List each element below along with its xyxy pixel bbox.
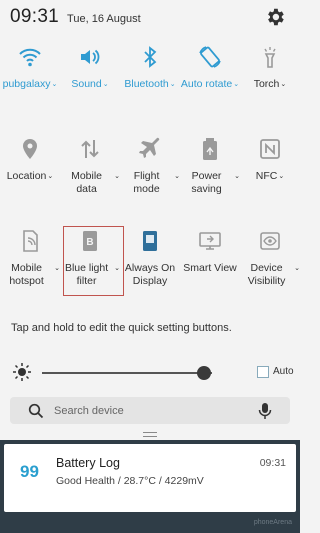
tile-sound[interactable]: Sound ⌄ <box>60 42 120 106</box>
tile-device-visibility[interactable]: Device Visibility ⌄ <box>240 226 300 290</box>
tile-mobile-data-label: Mobile data <box>71 170 103 195</box>
tile-mobile-hotspot[interactable]: Mobile hotspot ⌄ <box>0 226 60 290</box>
tile-flight-mode[interactable]: Flight mode ⌄ <box>120 134 180 198</box>
tile-always-on-display-label: Always On Display <box>124 262 176 287</box>
notification-subtitle: Good Health / 28.7°C / 4229mV <box>56 475 204 487</box>
search-icon <box>28 403 44 418</box>
status-bar: 09:31 Tue, 16 August <box>0 0 300 34</box>
tile-torch[interactable]: Torch ⌄ <box>240 42 300 106</box>
tile-smart-view[interactable]: Smart View <box>180 226 240 290</box>
tile-wifi-label: pubgalaxy <box>2 78 51 90</box>
notification-card[interactable]: 99 Battery Log Good Health / 28.7°C / 42… <box>4 444 296 512</box>
tile-sound-label: Sound <box>71 78 102 90</box>
tile-torch-label: Torch <box>253 78 280 90</box>
microphone-icon[interactable] <box>258 402 272 419</box>
status-time: 09:31 <box>10 6 60 27</box>
quick-settings-row-2: Location ⌄ Mobile data ⌄ Flight mode ⌄ Powe… <box>0 134 300 198</box>
tile-power-saving-label: Power saving <box>191 170 222 195</box>
wifi-icon <box>19 48 41 67</box>
notification-time: 09:31 <box>259 457 286 469</box>
search-input[interactable]: Search device <box>54 405 258 417</box>
tile-bluetooth-label: Bluetooth <box>124 78 169 90</box>
tile-mobile-data[interactable]: Mobile data ⌄ <box>60 134 120 198</box>
svg-text:B: B <box>86 237 93 248</box>
tile-nfc-label: NFC <box>255 170 278 182</box>
tile-location-label: Location <box>6 170 47 182</box>
hotspot-icon <box>23 230 38 252</box>
tile-device-visibility-label: Device Visibility <box>247 262 286 287</box>
notification-title: Battery Log <box>56 456 120 470</box>
auto-brightness-checkbox[interactable] <box>257 366 269 378</box>
tile-power-saving[interactable]: Power saving ⌄ <box>180 134 240 198</box>
tile-location[interactable]: Location ⌄ <box>0 134 60 198</box>
quick-settings-row-1: pubgalaxy ⌄ Sound ⌄ Bluetooth ⌄ Auto rotate… <box>0 42 300 106</box>
status-date: Tue, 16 August <box>67 12 141 25</box>
brightness-thumb[interactable] <box>196 366 211 380</box>
notification-badge: 99 <box>20 462 39 481</box>
watermark: phoneArena <box>253 519 292 526</box>
airplane-icon <box>139 137 160 158</box>
tile-smart-view-label: Smart View <box>183 262 237 274</box>
search-bar[interactable]: Search device <box>10 397 290 424</box>
quick-settings-row-3: Mobile hotspot ⌄ B Blue light filter ⌄ Alw… <box>0 226 300 290</box>
tile-mobile-hotspot-label: Mobile hotspot <box>9 262 44 287</box>
tile-blue-light-filter-label: Blue light filter <box>64 262 109 287</box>
tile-bluetooth[interactable]: Bluetooth ⌄ <box>120 42 180 106</box>
blue-light-filter-icon: B <box>83 231 97 251</box>
tile-auto-rotate[interactable]: Auto rotate ⌄ <box>180 42 240 106</box>
smart-view-icon <box>199 232 221 250</box>
brightness-slider[interactable] <box>42 366 212 380</box>
edit-hint: Tap and hold to edit the quick setting b… <box>11 322 232 334</box>
torch-icon <box>264 47 276 68</box>
gear-icon[interactable] <box>264 6 286 28</box>
rotate-icon <box>199 46 221 68</box>
brightness-icon <box>13 363 31 381</box>
tile-always-on-display[interactable]: Always On Display <box>120 226 180 290</box>
drag-handle[interactable] <box>143 432 157 437</box>
nfc-icon <box>260 139 280 159</box>
tile-auto-rotate-label: Auto rotate <box>180 78 233 90</box>
battery-recycle-icon <box>203 138 217 160</box>
tile-flight-mode-label: Flight mode <box>133 170 160 195</box>
tile-nfc[interactable]: NFC ⌄ <box>240 134 300 198</box>
speaker-icon <box>81 49 100 65</box>
brightness-fill <box>42 372 204 374</box>
eye-icon <box>260 232 280 250</box>
bluetooth-icon <box>144 46 157 68</box>
always-on-display-icon <box>143 231 157 251</box>
tile-blue-light-filter[interactable]: B Blue light filter ⌄ <box>60 226 120 290</box>
tile-wifi[interactable]: pubgalaxy ⌄ <box>0 42 60 106</box>
auto-brightness-label: Auto <box>273 366 294 377</box>
mobile-data-icon <box>81 140 99 158</box>
brightness-row: Auto <box>0 360 300 386</box>
location-icon <box>23 139 37 159</box>
